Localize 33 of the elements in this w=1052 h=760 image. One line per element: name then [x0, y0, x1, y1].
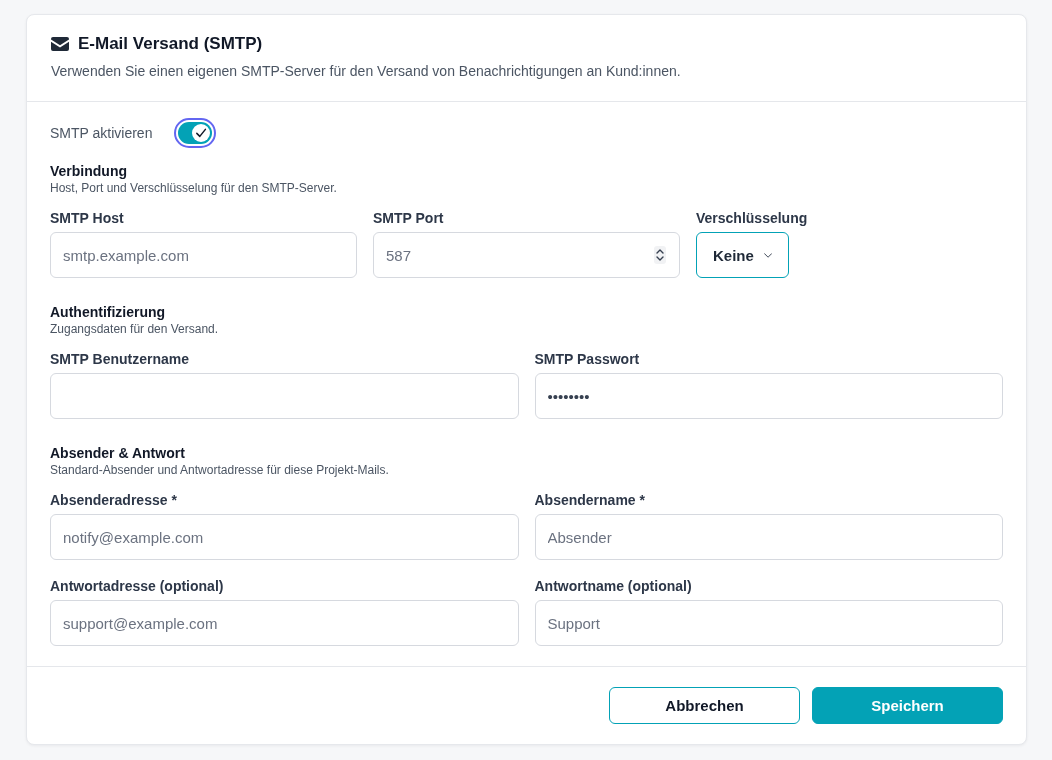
field-label: SMTP Benutzername	[50, 350, 190, 369]
section-description: Host, Port und Verschlüsselung für den SMTP-Server.	[50, 180, 338, 196]
field-label: SMTP Host	[50, 209, 125, 228]
field-label: Verschlüsselung	[696, 209, 808, 228]
field-label: Antwortadresse (optional)	[50, 577, 225, 596]
toggle-switch[interactable]	[174, 118, 217, 148]
select-dropdown[interactable]: Keine	[696, 232, 789, 278]
input-field[interactable]	[50, 373, 519, 419]
toggle-label: SMTP aktivieren	[50, 125, 153, 141]
stepper-icon[interactable]	[654, 246, 666, 264]
input-field[interactable]: Support	[534, 600, 1003, 646]
card-title: E-Mail Versand (SMTP)	[78, 33, 263, 55]
input-field[interactable]: support@example.com	[50, 600, 519, 646]
input-field[interactable]: smtp.example.com	[50, 232, 357, 278]
cancel-button[interactable]: Abbrechen	[609, 687, 800, 724]
section-title: Authentifizierung	[50, 303, 167, 321]
section-description: Standard-Absender und Antwortadresse für diese Projekt-Mails.	[50, 462, 390, 478]
field-label: Absenderadresse *	[50, 491, 178, 510]
input-field[interactable]: Absender	[534, 514, 1003, 560]
card-description: Verwenden Sie einen eigenen SMTP-Server für den Versand von Benachrichtigungen an Kund:innen.	[51, 62, 682, 81]
field-label: SMTP Passwort	[534, 350, 641, 369]
field-label: SMTP Port	[373, 209, 445, 228]
section-title: Absender & Antwort	[50, 444, 186, 462]
input-field[interactable]: ••••••••	[534, 373, 1003, 419]
check-icon	[192, 124, 211, 142]
section-title: Verbindung	[50, 162, 128, 180]
chevron-down-icon	[763, 251, 772, 259]
field-label: Antwortname (optional)	[534, 577, 693, 596]
field-label: Absendername *	[534, 491, 646, 510]
input-field[interactable]: notify@example.com	[50, 514, 519, 560]
envelope-icon	[51, 37, 69, 51]
section-description: Zugangsdaten für den Versand.	[50, 321, 220, 337]
number-field[interactable]: 587	[373, 232, 680, 278]
